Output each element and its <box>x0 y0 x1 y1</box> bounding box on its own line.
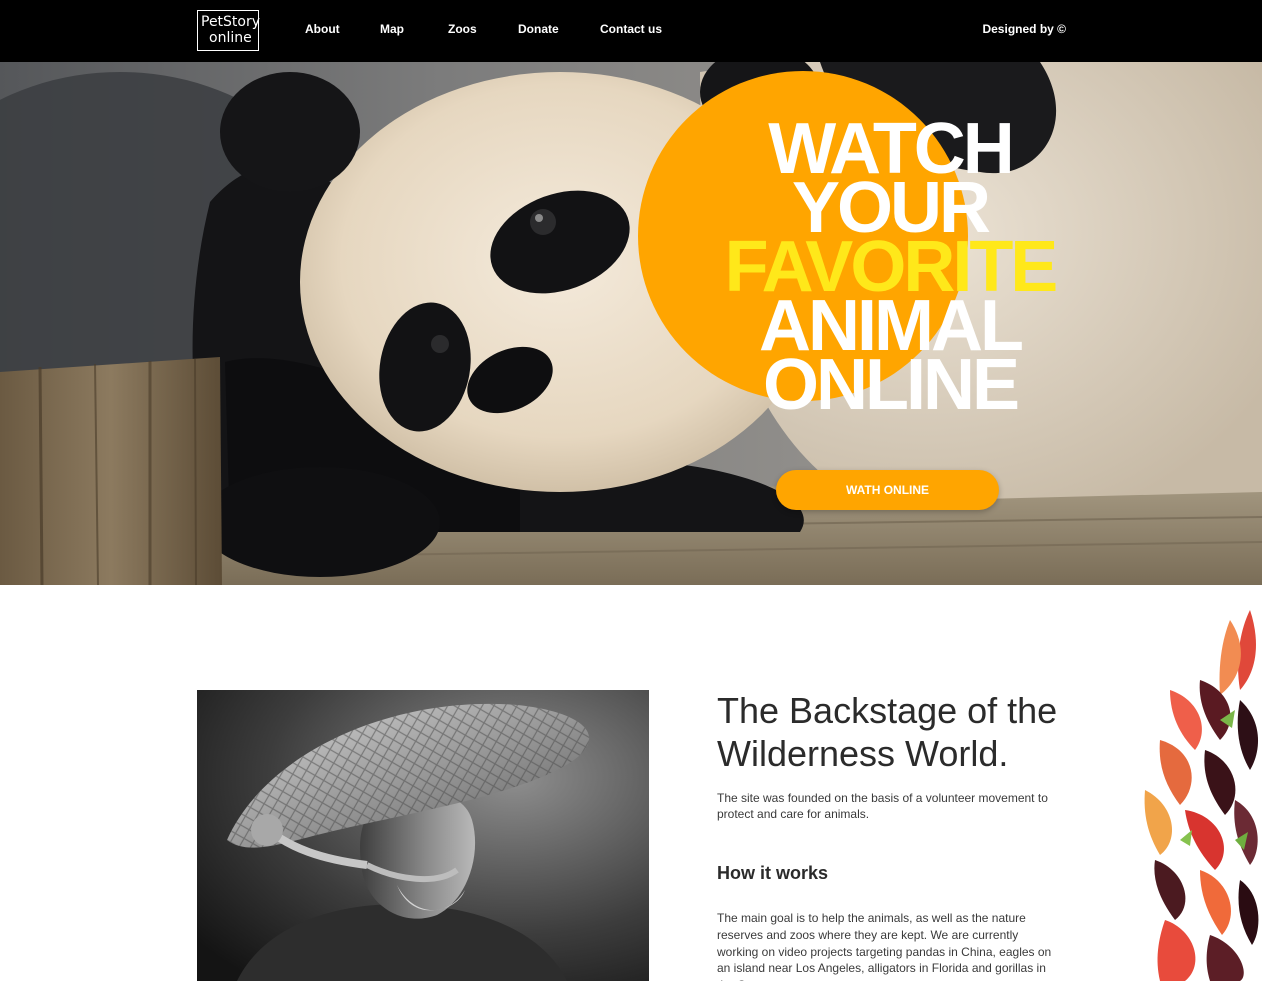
nav-link-about[interactable]: About <box>305 22 340 36</box>
logo-text-line1: PetStory <box>201 14 261 30</box>
nav-link-map[interactable]: Map <box>380 22 404 36</box>
hero-section: WATCH YOUR FAVORITE ANIMAL ONLINE WATH O… <box>0 62 1262 585</box>
site-logo[interactable]: PetStory online <box>197 10 261 51</box>
hero-headline: WATCH YOUR FAVORITE ANIMAL ONLINE <box>690 113 1090 425</box>
how-it-works-heading: How it works <box>717 863 829 883</box>
nav-link-zoos[interactable]: Zoos <box>448 22 477 36</box>
about-intro-text: The site was founded on the basis of a v… <box>717 791 1048 821</box>
autumn-leaves-image <box>1144 610 1259 981</box>
watch-online-button[interactable]: WATH ONLINE <box>776 470 999 510</box>
top-navigation-bar: PetStory online About Map Zoos Donate Co… <box>0 0 1262 62</box>
about-title-line2: Wilderness World. <box>717 733 1009 774</box>
logo-text-line2: online <box>209 30 252 46</box>
how-it-works-text: The main goal is to help the animals, as… <box>717 911 1052 981</box>
about-title-line1: The Backstage of the <box>717 690 1058 731</box>
about-photo-graphic <box>197 690 649 981</box>
old-man-straw-hat-photo <box>197 690 649 981</box>
nav-link-donate[interactable]: Donate <box>518 22 559 36</box>
nav-link-contact-us[interactable]: Contact us <box>600 22 662 36</box>
designer-credit: Designed by © <box>982 22 1066 36</box>
about-title: The Backstage of the Wilderness World. <box>717 689 1097 775</box>
headline-line-online: ONLINE <box>762 345 1020 425</box>
